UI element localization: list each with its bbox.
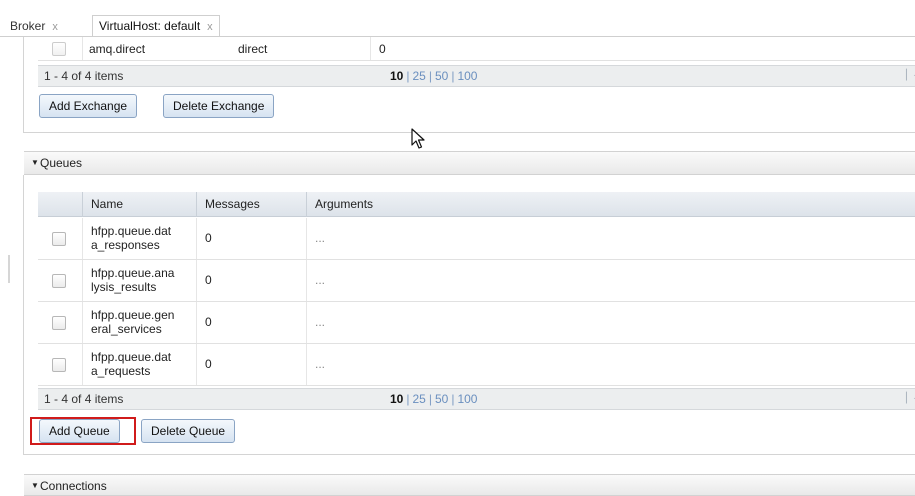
queues-panel-bottom bbox=[23, 454, 915, 455]
queues-panel-border bbox=[23, 175, 24, 455]
delete-queue-button[interactable]: Delete Queue bbox=[141, 419, 236, 443]
first-page-icon[interactable]: ▏◂ bbox=[906, 70, 915, 81]
tab-virtualhost-label: VirtualHost: default bbox=[99, 19, 201, 33]
page-size-25[interactable]: 25 bbox=[412, 392, 425, 406]
queue-name-line2: a_responses bbox=[91, 238, 160, 252]
queue-messages: 0 bbox=[196, 302, 306, 343]
exchanges-pager: 1 - 4 of 4 items 10|25|50|100 ▏◂ bbox=[38, 65, 915, 87]
queue-name: hfpp.queue.dat a_requests bbox=[82, 344, 196, 385]
close-icon[interactable]: x bbox=[52, 21, 58, 33]
queues-title: Queues bbox=[40, 156, 83, 170]
delete-exchange-button[interactable]: Delete Exchange bbox=[163, 94, 275, 118]
queues-section-header[interactable]: ▼ Queues bbox=[24, 151, 915, 175]
queues-column-header: Name Messages Arguments bbox=[38, 192, 915, 217]
queue-row[interactable]: hfpp.queue.gen eral_services 0 ... bbox=[38, 302, 915, 344]
row-checkbox[interactable] bbox=[52, 315, 66, 330]
first-page-icon[interactable]: ▏◂ bbox=[906, 393, 915, 404]
tab-bar: Broker x VirtualHost: default x bbox=[0, 0, 915, 38]
exchanges-panel-bottom bbox=[23, 132, 915, 133]
connections-title: Connections bbox=[40, 479, 107, 493]
queue-messages: 0 bbox=[196, 218, 306, 259]
highlight-box bbox=[30, 417, 136, 445]
tab-virtualhost[interactable]: VirtualHost: default x bbox=[92, 15, 220, 37]
row-checkbox[interactable] bbox=[52, 357, 66, 372]
page-size-25[interactable]: 25 bbox=[412, 69, 425, 83]
queue-arguments[interactable]: ... bbox=[306, 344, 915, 385]
pager-info: 1 - 4 of 4 items bbox=[44, 69, 124, 83]
row-checkbox[interactable] bbox=[52, 231, 66, 246]
column-arguments[interactable]: Arguments bbox=[306, 192, 915, 217]
row-checkbox[interactable] bbox=[52, 41, 66, 56]
exchange-row[interactable]: amq.direct direct 0 bbox=[38, 37, 915, 61]
column-messages[interactable]: Messages bbox=[196, 192, 306, 217]
exchange-name: amq.direct bbox=[82, 37, 230, 60]
page-size-selector: 10 | 25 | 50 | 100 bbox=[390, 69, 478, 83]
queue-name-line2: lysis_results bbox=[91, 280, 157, 294]
mouse-cursor-icon bbox=[411, 128, 425, 149]
collapse-icon: ▼ bbox=[31, 481, 39, 490]
pager-info: 1 - 4 of 4 items bbox=[44, 392, 124, 406]
tab-broker[interactable]: Broker x bbox=[4, 16, 64, 38]
tab-broker-label: Broker bbox=[10, 19, 46, 33]
queue-name-line1: hfpp.queue.ana bbox=[91, 266, 175, 280]
queue-name-line2: a_requests bbox=[91, 364, 151, 378]
queue-arguments[interactable]: ... bbox=[306, 260, 915, 301]
page-size-10[interactable]: 10 bbox=[390, 69, 403, 83]
queue-name: hfpp.queue.dat a_responses bbox=[82, 218, 196, 259]
queue-name-line1: hfpp.queue.gen bbox=[91, 308, 175, 322]
queue-arguments[interactable]: ... bbox=[306, 218, 915, 259]
exchange-bindings: 0 bbox=[370, 37, 915, 60]
queue-name-line2: eral_services bbox=[91, 322, 162, 336]
splitter-handle[interactable] bbox=[8, 255, 10, 283]
add-exchange-button[interactable]: Add Exchange bbox=[39, 94, 138, 118]
column-name[interactable]: Name bbox=[82, 192, 196, 217]
queue-name-line1: hfpp.queue.dat bbox=[91, 224, 172, 238]
exchanges-panel-border bbox=[23, 37, 24, 133]
collapse-icon: ▼ bbox=[31, 158, 39, 167]
page-size-50[interactable]: 50 bbox=[435, 392, 448, 406]
page-size-100[interactable]: 100 bbox=[457, 392, 477, 406]
close-icon[interactable]: x bbox=[207, 21, 213, 33]
page-size-100[interactable]: 100 bbox=[457, 69, 477, 83]
queue-name: hfpp.queue.gen eral_services bbox=[82, 302, 196, 343]
queue-messages: 0 bbox=[196, 260, 306, 301]
queues-pager: 1 - 4 of 4 items 10|25|50|100 ▏◂ bbox=[38, 388, 915, 410]
page-size-10[interactable]: 10 bbox=[390, 392, 403, 406]
queue-name: hfpp.queue.ana lysis_results bbox=[82, 260, 196, 301]
queue-messages: 0 bbox=[196, 344, 306, 385]
queue-row[interactable]: hfpp.queue.ana lysis_results 0 ... bbox=[38, 260, 915, 302]
page-size-selector: 10 | 25 | 50 | 100 bbox=[390, 392, 478, 406]
queue-name-line1: hfpp.queue.dat bbox=[91, 350, 172, 364]
queue-row[interactable]: hfpp.queue.dat a_responses 0 ... bbox=[38, 218, 915, 260]
queue-arguments[interactable]: ... bbox=[306, 302, 915, 343]
queue-row[interactable]: hfpp.queue.dat a_requests 0 ... bbox=[38, 344, 915, 386]
row-checkbox[interactable] bbox=[52, 273, 66, 288]
page-size-50[interactable]: 50 bbox=[435, 69, 448, 83]
exchange-type: direct bbox=[238, 41, 268, 56]
